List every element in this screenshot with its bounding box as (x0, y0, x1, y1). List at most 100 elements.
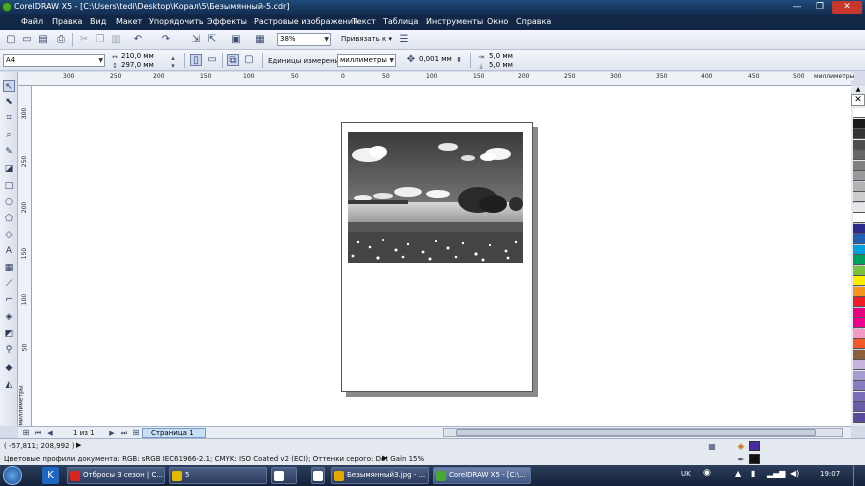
table-tool-icon[interactable]: ▦ (3, 262, 15, 274)
color-swatch[interactable] (853, 307, 865, 318)
start-button[interactable] (3, 466, 22, 485)
taskbar-task-coreldraw[interactable]: CorelDRAW X5 - [C:\... (433, 467, 531, 484)
save-icon[interactable]: ▤ (37, 34, 49, 46)
redo-icon[interactable]: ↷ (160, 34, 172, 46)
undo-icon[interactable]: ↶ (132, 34, 144, 46)
duplicate-y-field[interactable]: 5,0 мм (487, 60, 527, 70)
page-height-field[interactable]: 297,0 мм (119, 60, 165, 70)
clock[interactable]: 19:07 (820, 470, 840, 478)
color-swatch[interactable] (853, 265, 865, 276)
zoom-tool-icon[interactable]: ⌕ (3, 129, 15, 141)
battery-icon[interactable]: ▮ (751, 469, 755, 478)
application-launcher-icon[interactable]: ▣ (230, 34, 242, 46)
import-icon[interactable]: ⇲ (190, 34, 202, 46)
current-page-icon[interactable]: ▢ (243, 54, 255, 66)
taskbar-task[interactable]: Отбросы 3 сезон | С... (67, 467, 165, 484)
no-color-swatch[interactable]: ✕ (851, 94, 865, 106)
options-icon[interactable]: ☰ (398, 34, 410, 46)
smart-fill-icon[interactable]: ◪ (3, 163, 15, 175)
menu-layout[interactable]: Макет (116, 17, 142, 26)
color-swatch[interactable] (853, 255, 865, 265)
all-pages-icon[interactable]: ⧉ (227, 54, 239, 66)
close-button[interactable]: ✕ (832, 1, 862, 14)
color-swatch[interactable] (853, 412, 865, 423)
basic-shapes-icon[interactable]: ◇ (3, 229, 15, 241)
volume-icon[interactable]: ◀) (790, 469, 799, 478)
menu-help[interactable]: Справка (516, 17, 551, 26)
fill-color-swatch[interactable] (749, 441, 760, 451)
blend-tool-icon[interactable]: ◈ (3, 311, 15, 323)
color-swatch[interactable] (853, 297, 865, 307)
ellipse-tool-icon[interactable]: ○ (3, 196, 15, 208)
menu-text[interactable]: Текст (352, 17, 376, 26)
drawing-canvas[interactable] (32, 86, 851, 426)
color-swatch[interactable] (853, 223, 865, 234)
open-folder-icon[interactable]: ▭ (21, 34, 33, 46)
color-swatch[interactable] (853, 244, 865, 255)
connector-tool-icon[interactable]: ⌐ (3, 294, 15, 306)
vertical-ruler[interactable]: 300 250 200 150 100 50 миллиметры (18, 86, 32, 426)
taskbar-task[interactable] (311, 467, 325, 484)
color-swatch[interactable] (853, 108, 865, 118)
menu-file[interactable]: Файл (21, 17, 43, 26)
crop-tool-icon[interactable]: ⌗ (3, 112, 15, 124)
fill-tool-icon[interactable]: ◆ (3, 362, 15, 374)
color-swatch[interactable] (853, 202, 865, 213)
cut-icon[interactable]: ✂ (78, 34, 90, 46)
color-swatch[interactable] (853, 318, 865, 328)
new-document-icon[interactable]: ▢ (5, 34, 17, 46)
network-icon[interactable]: ◉ (703, 468, 711, 478)
signal-icon[interactable]: ▂▄▆ (767, 469, 785, 478)
eyedropper-tool-icon[interactable]: ⚲ (3, 344, 15, 356)
polygon-tool-icon[interactable]: ⬠ (3, 213, 15, 225)
menu-view[interactable]: Вид (90, 17, 106, 26)
freehand-tool-icon[interactable]: ✎ (3, 146, 15, 158)
shape-tool-icon[interactable]: ⬉ (3, 96, 15, 108)
color-swatch[interactable] (853, 339, 865, 349)
color-swatch[interactable] (853, 213, 865, 223)
color-swatch[interactable] (853, 160, 865, 171)
horizontal-ruler[interactable]: 300 250 200 150 100 50 0 50 100 150 200 … (18, 72, 855, 86)
menu-effects[interactable]: Эффекты (207, 17, 247, 26)
color-swatch[interactable] (853, 349, 865, 360)
show-desktop-button[interactable] (853, 465, 865, 486)
text-tool-icon[interactable]: A (3, 245, 15, 257)
menu-tools[interactable]: Инструменты (426, 17, 483, 26)
page-size-select[interactable]: A4 ▼ (3, 54, 105, 67)
menu-edit[interactable]: Правка (52, 17, 82, 26)
menu-table[interactable]: Таблица (383, 17, 418, 26)
units-select[interactable]: миллиметры ▼ (337, 54, 396, 67)
color-profiles-text[interactable]: Цветовые профили документа: RGB: sRGB IE… (4, 455, 424, 463)
language-indicator[interactable]: UK (681, 470, 691, 478)
color-swatch[interactable] (853, 181, 865, 192)
horizontal-scrollbar[interactable] (443, 428, 843, 437)
landscape-photo[interactable] (348, 132, 523, 263)
transparency-tool-icon[interactable]: ◩ (3, 328, 15, 340)
taskbar-task[interactable]: 5 (169, 467, 267, 484)
outline-color-swatch[interactable] (749, 454, 760, 464)
copy-icon[interactable]: ❐ (94, 34, 106, 46)
paste-icon[interactable]: ▥ (110, 34, 122, 46)
color-swatch[interactable] (853, 129, 865, 139)
portrait-icon[interactable]: ▯ (190, 54, 202, 66)
color-swatch[interactable] (853, 286, 865, 297)
color-swatch[interactable] (853, 234, 865, 244)
color-swatch[interactable] (853, 171, 865, 181)
menu-window[interactable]: Окно (487, 17, 508, 26)
color-swatch[interactable] (853, 391, 865, 402)
tray-arrow-icon[interactable]: ▲ (735, 469, 741, 478)
color-swatch[interactable] (853, 276, 865, 286)
zoom-level-select[interactable]: 38% ▼ (277, 33, 331, 46)
play-icon[interactable]: ▶ (382, 454, 387, 462)
taskbar-task[interactable] (271, 467, 297, 484)
nudge-distance-field[interactable]: 0,001 мм (417, 54, 453, 67)
color-swatch[interactable] (853, 118, 865, 129)
vk-icon[interactable]: K (42, 467, 59, 484)
dimension-tool-icon[interactable]: ⟋ (3, 278, 15, 290)
restore-button[interactable]: ❐ (809, 1, 831, 14)
color-swatch[interactable] (853, 370, 865, 381)
minimize-button[interactable]: — (786, 1, 808, 14)
spin-down-icon[interactable]: ▾ (167, 60, 179, 72)
welcome-screen-icon[interactable]: ▦ (254, 34, 266, 46)
scroll-thumb[interactable] (456, 429, 816, 436)
